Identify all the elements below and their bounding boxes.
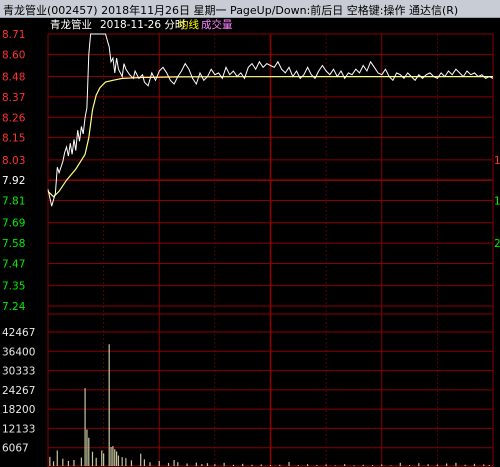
volume-tick-label: 18200: [2, 404, 35, 416]
volume-tick-label: 24267: [2, 385, 35, 397]
window-title: 青龙管业(002457) 2018年11月26日 星期一 PageUp/Down…: [3, 4, 459, 17]
price-axis-labels: 8.71 8.60 8.48 8.37 8.26 8.15 8.03 7.92 7.81 7.69…: [2, 29, 26, 313]
volume-axis-labels: 42467 36400 30333 24267 18200 12133 6067: [2, 327, 35, 455]
price-tick-label: 7.47: [2, 258, 25, 270]
price-tick-label: 8.48: [2, 72, 25, 84]
price-tick-label: 7.81: [2, 196, 25, 208]
price-tick-label: 8.15: [2, 133, 25, 145]
date-label: 2018-11-26 分时: [100, 19, 186, 31]
price-tick-label: 8.37: [2, 92, 25, 104]
stock-name-label: 青龙管业: [50, 18, 92, 31]
window-title-bar: 青龙管业(002457) 2018年11月26日 星期一 PageUp/Down…: [0, 0, 500, 18]
price-tick-label: 8.60: [2, 49, 25, 61]
price-tick-label: 8.03: [2, 155, 25, 167]
price-tick-label: 7.92: [2, 175, 25, 187]
chart-grid: [47, 33, 494, 467]
price-tick-label: 7.35: [2, 281, 25, 293]
avg-legend: 均线: [178, 18, 199, 31]
volume-tick-label: 42467: [2, 327, 35, 339]
right-tick-label: 1: [494, 155, 500, 167]
price-tick-label: 8.71: [2, 29, 25, 41]
intraday-chart[interactable]: 8.71 8.60 8.48 8.37 8.26 8.15 8.03 7.92 7.81 7.69…: [0, 17, 500, 467]
volume-tick-label: 30333: [2, 366, 35, 378]
volume-tick-label: 6067: [2, 443, 29, 455]
price-tick-label: 7.24: [2, 301, 26, 313]
volume-tick-label: 36400: [2, 346, 35, 358]
volume-tick-label: 12133: [2, 423, 35, 435]
price-tick-label: 8.26: [2, 112, 26, 124]
right-tick-label: 2: [494, 238, 500, 250]
vol-legend: 成交量: [201, 18, 233, 31]
price-tick-label: 7.69: [2, 218, 25, 230]
right-tick-label: 1: [494, 196, 500, 208]
price-tick-label: 7.58: [2, 238, 25, 250]
right-axis-labels: 1 1 2: [494, 155, 500, 250]
